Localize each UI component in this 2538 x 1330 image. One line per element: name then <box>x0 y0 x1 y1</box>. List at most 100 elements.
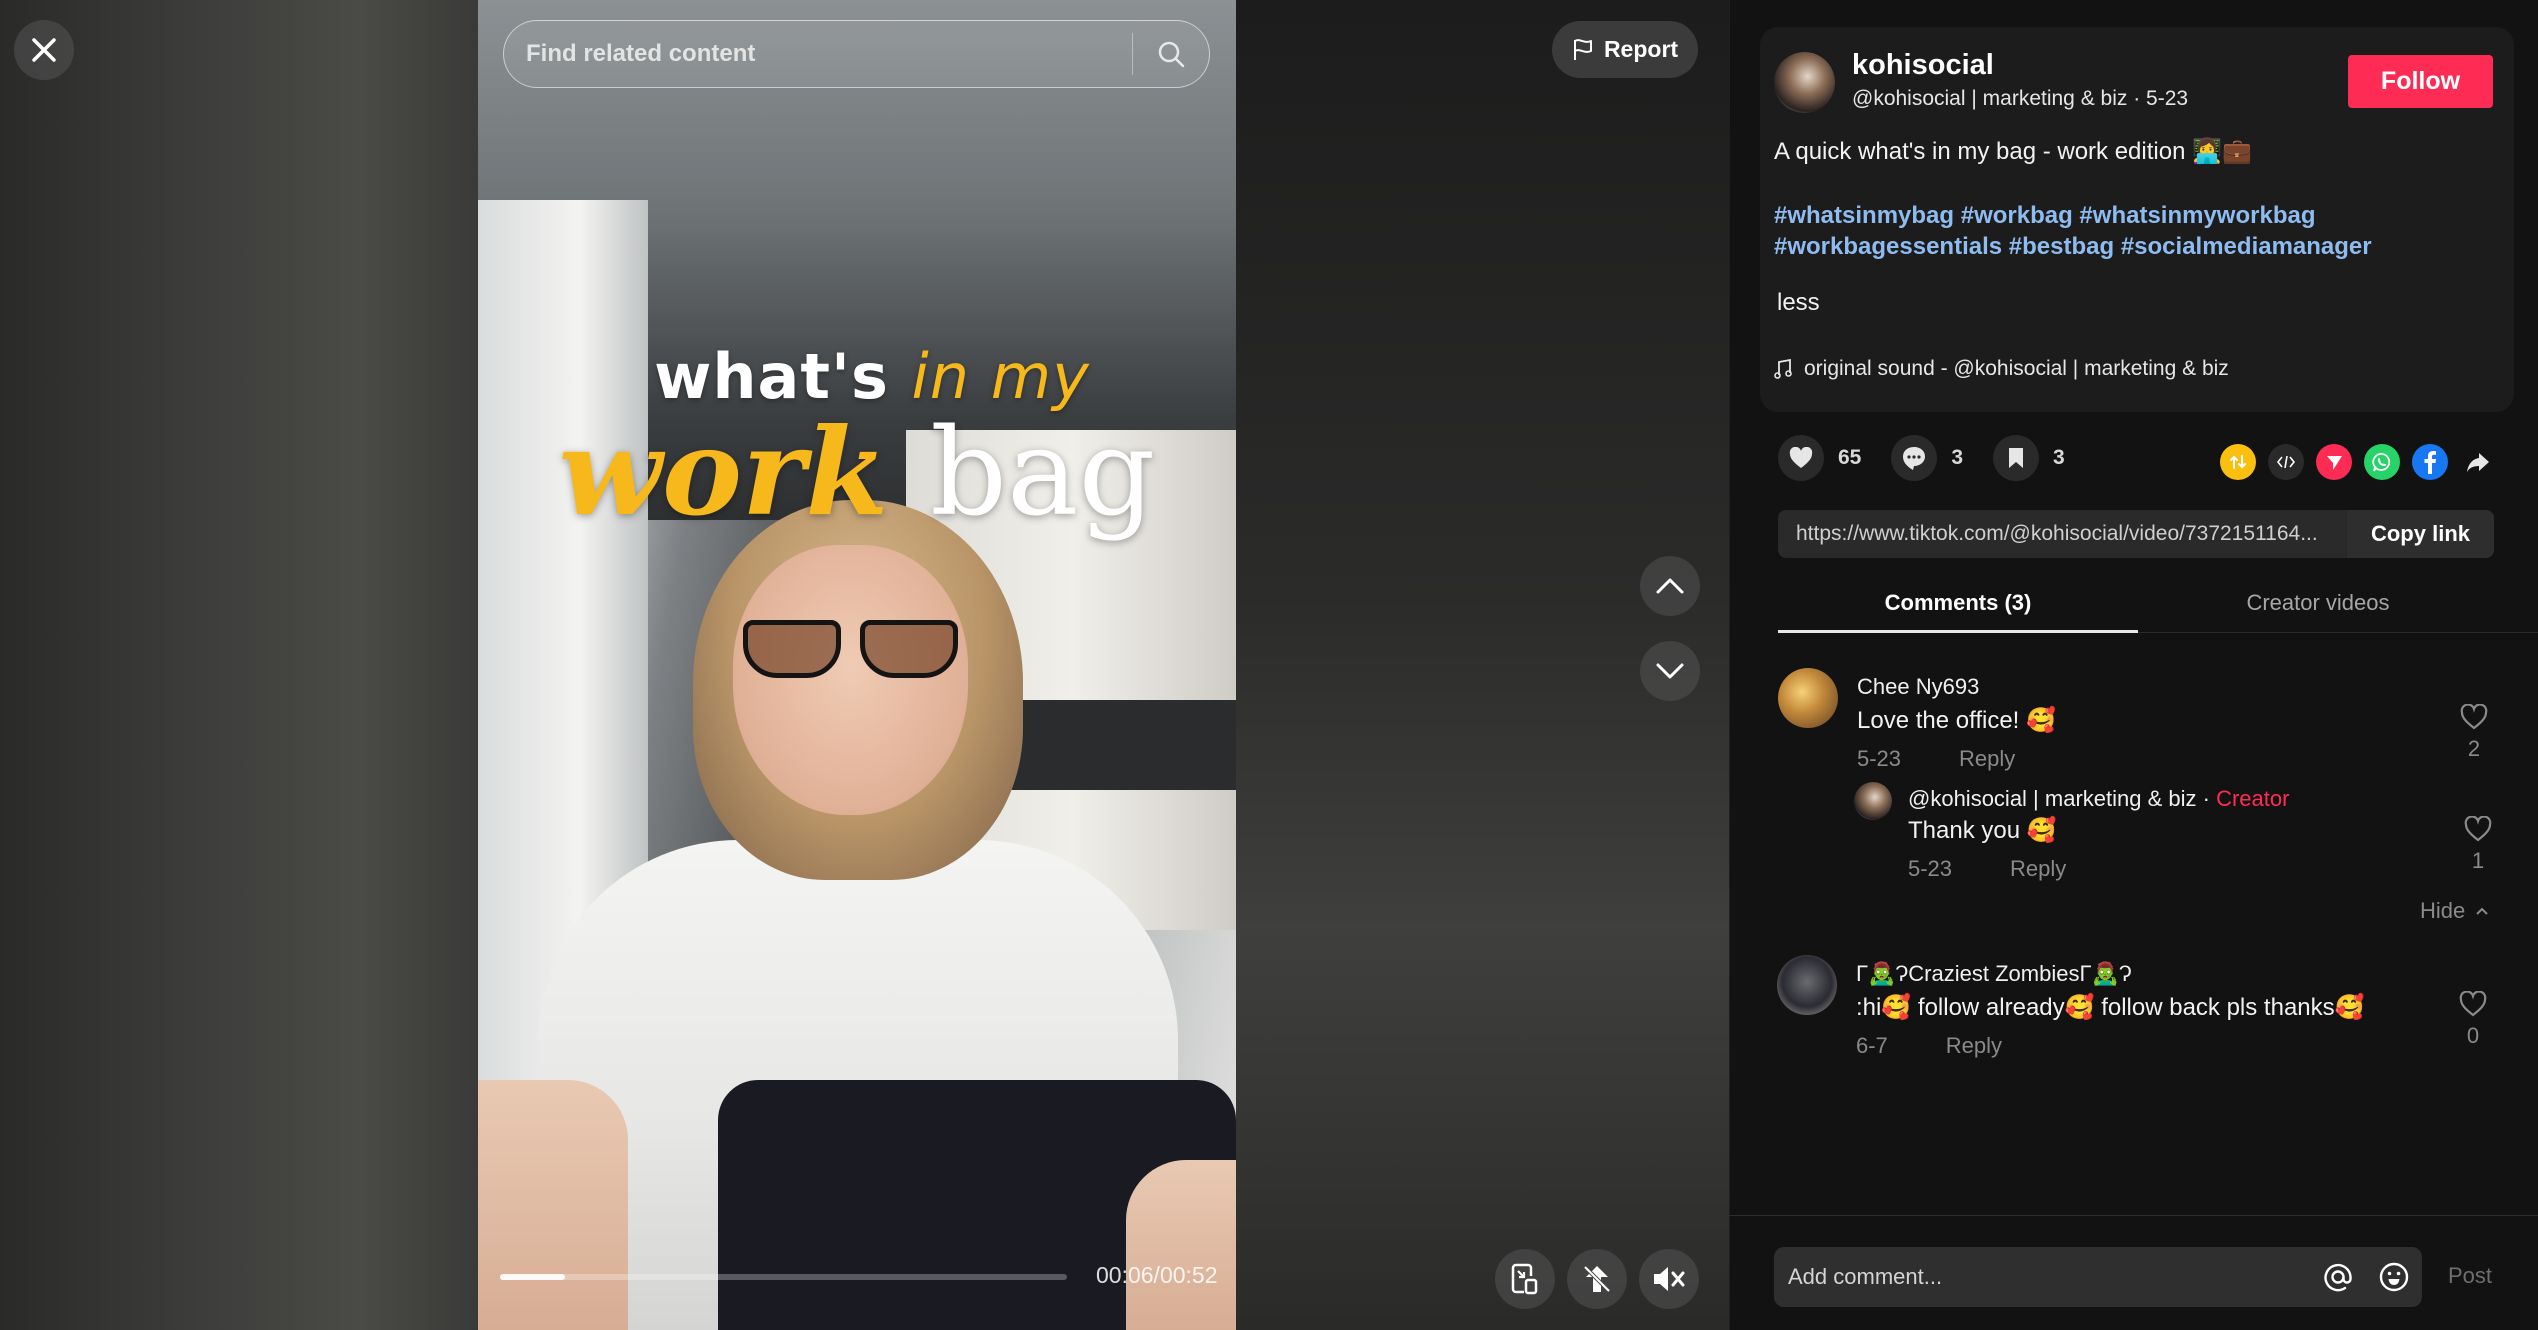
previous-video-button[interactable] <box>1640 556 1700 616</box>
heart-icon <box>1789 447 1813 468</box>
post-comment-button[interactable]: Post <box>2448 1263 2492 1289</box>
comment-like-button[interactable]: 0 <box>2453 991 2493 1049</box>
flag-icon <box>1573 38 1592 60</box>
comment-input[interactable] <box>1774 1247 2310 1307</box>
search-button[interactable] <box>1133 21 1209 87</box>
emoji-button[interactable] <box>2366 1247 2422 1307</box>
autoscroll-toggle-button[interactable] <box>1567 1249 1627 1309</box>
author-separator: · <box>2196 786 2217 811</box>
reply-like-button[interactable]: 1 <box>2458 816 2498 874</box>
background-blur-left <box>0 0 478 1330</box>
comment-button[interactable]: 3 <box>1891 435 1963 481</box>
commenter-avatar[interactable] <box>1777 955 1837 1015</box>
whatsapp-button[interactable] <box>2364 444 2400 480</box>
embed-button[interactable] <box>2268 444 2304 480</box>
embed-icon <box>2276 455 2296 469</box>
video-time: 00:06/00:52 <box>1096 1262 1218 1288</box>
hashtag-link[interactable]: #whatsinmyworkbag <box>2079 202 2315 229</box>
reply-like-count: 1 <box>2471 848 2485 873</box>
picture-in-picture-icon <box>1511 1263 1538 1295</box>
sound-link[interactable]: original sound - @kohisocial | marketing… <box>1774 357 2229 381</box>
reply-author[interactable]: @kohisocial | marketing & biz <box>1908 786 2197 811</box>
heart-outline-icon <box>2459 991 2487 1017</box>
comment-date: 6-7 <box>1856 1033 1888 1058</box>
hide-replies-button[interactable]: Hide <box>2420 898 2489 924</box>
reply-text: Thank you 🥰 <box>1908 817 2057 844</box>
panel-tabs: Comments (3) Creator videos <box>1778 580 2538 633</box>
reply-button[interactable]: Reply <box>2010 856 2066 882</box>
share-link-url[interactable]: https://www.tiktok.com/@kohisocial/video… <box>1778 522 2346 546</box>
send-to-friends-icon <box>2327 456 2342 470</box>
reply-author-avatar[interactable] <box>1854 782 1892 820</box>
creator-username[interactable]: kohisocial <box>1852 49 1994 82</box>
comment-composer <box>1774 1247 2422 1307</box>
heart-outline-icon <box>2460 704 2488 730</box>
reply-author-line: @kohisocial | marketing & biz · Creator <box>1908 786 2289 812</box>
at-mention-icon <box>2324 1263 2352 1292</box>
comment-author[interactable]: Γ🧟‍♂️ɁCraziest ZombiesΓ🧟‍♂️Ɂ <box>1856 961 2132 987</box>
video-scene-sunglasses <box>743 620 958 678</box>
tab-creator-videos[interactable]: Creator videos <box>2138 580 2498 632</box>
like-count: 65 <box>1838 446 1862 469</box>
save-button[interactable]: 3 <box>1993 435 2065 481</box>
overlay-text: bag <box>930 404 1156 543</box>
creator-badge: Creator <box>2216 786 2290 811</box>
tab-comments[interactable]: Comments (3) <box>1778 580 2138 633</box>
video-scene-face <box>733 545 968 815</box>
chevron-up-icon <box>1656 578 1684 594</box>
send-to-friends-button[interactable] <box>2316 444 2352 480</box>
comment-count: 3 <box>1951 446 1964 469</box>
creator-avatar[interactable] <box>1774 52 1835 113</box>
repost-button[interactable] <box>2220 444 2256 480</box>
chevron-up-icon <box>2476 907 2488 915</box>
mute-toggle-button[interactable] <box>1639 1249 1699 1309</box>
comment-text: :hi🥰 follow already🥰 follow back pls tha… <box>1856 994 2365 1021</box>
reply-meta: 5-23 Reply <box>1908 856 2066 882</box>
comment-like-count: 2 <box>2467 736 2481 761</box>
share-arrow-icon <box>2467 453 2489 472</box>
facebook-button[interactable] <box>2412 444 2448 480</box>
share-link-bar: https://www.tiktok.com/@kohisocial/video… <box>1778 510 2494 558</box>
copy-link-button[interactable]: Copy link <box>2346 510 2494 558</box>
overlay-text-accent: in my <box>911 340 1090 413</box>
comment-date: 5-23 <box>1857 746 1902 771</box>
more-share-button[interactable] <box>2460 444 2496 480</box>
video-stage: what's in my work bag Report 00:06/00:52 <box>0 0 1729 1330</box>
report-label: Report <box>1603 36 1679 62</box>
close-button[interactable] <box>14 20 74 80</box>
video-progress-bar[interactable] <box>500 1274 1067 1280</box>
volume-muted-icon <box>1654 1267 1685 1291</box>
bookmark-icon <box>2009 448 2024 468</box>
less-toggle[interactable]: less <box>1777 289 1820 317</box>
reply-button[interactable]: Reply <box>1946 1033 2002 1059</box>
like-button[interactable]: 65 <box>1778 435 1861 481</box>
commenter-avatar[interactable] <box>1778 668 1838 728</box>
mention-button[interactable] <box>2310 1247 2366 1307</box>
autoscroll-off-icon <box>1583 1265 1611 1293</box>
follow-button[interactable]: Follow <box>2348 55 2493 108</box>
report-button[interactable]: Report <box>1552 21 1698 78</box>
post-description: A quick what's in my bag - work edition … <box>1774 138 2252 165</box>
video-player[interactable]: what's in my work bag <box>478 0 1236 1330</box>
comment-author[interactable]: Chee Ny693 <box>1857 674 1979 700</box>
hashtag-link[interactable]: #whatsinmybag <box>1774 202 1954 229</box>
hide-label: Hide <box>2420 898 2466 923</box>
comment-like-button[interactable]: 2 <box>2454 704 2494 762</box>
overlay-text-accent: work <box>558 402 931 543</box>
repost-icon <box>2230 455 2246 469</box>
mini-player-button[interactable] <box>1495 1249 1555 1309</box>
hashtag-link[interactable]: #socialmediamanager <box>2121 233 2372 260</box>
reply-button[interactable]: Reply <box>1959 746 2015 772</box>
facebook-icon <box>2424 451 2436 474</box>
post-info-card: kohisocial @kohisocial | marketing & biz… <box>1760 27 2514 412</box>
hashtag-link[interactable]: #bestbag <box>2009 233 2114 260</box>
next-video-button[interactable] <box>1640 641 1700 701</box>
search-input[interactable] <box>504 21 1132 87</box>
chevron-down-icon <box>1656 663 1684 679</box>
search-icon <box>1158 41 1185 68</box>
comment-meta: 5-23 Reply <box>1857 746 2015 772</box>
search-bar <box>503 20 1210 88</box>
hashtag-link[interactable]: #workbag <box>1961 202 2073 229</box>
whatsapp-icon <box>2372 453 2391 472</box>
hashtag-link[interactable]: #workbagessentials <box>1774 233 2002 260</box>
